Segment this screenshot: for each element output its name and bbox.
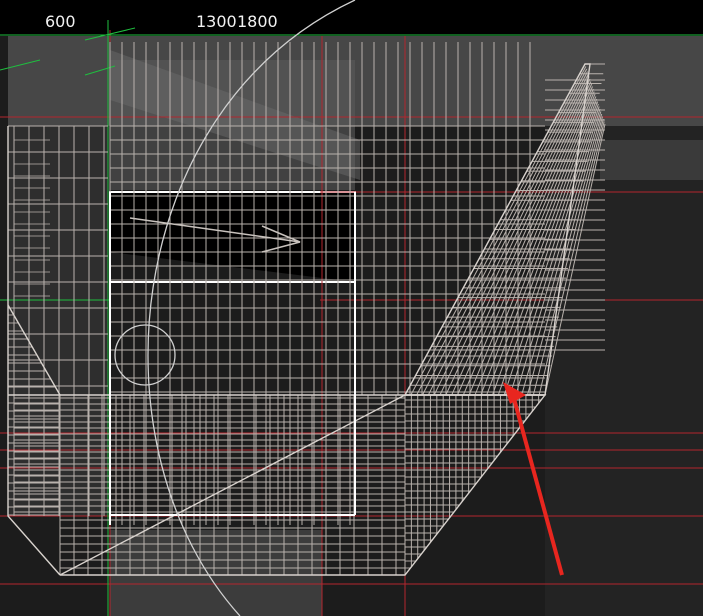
opening-black xyxy=(110,192,355,282)
dimension-label-1800: 1800 xyxy=(237,12,278,31)
cad-viewport[interactable]: 600 1300 1800 xyxy=(0,0,703,616)
circle-marker[interactable] xyxy=(114,324,176,386)
rebar-drawing[interactable] xyxy=(0,0,703,616)
dimension-label-1300: 1300 xyxy=(196,12,237,31)
right-gray-band xyxy=(600,140,703,180)
dimension-strip xyxy=(0,0,703,36)
dimension-label-600: 600 xyxy=(45,12,76,31)
pit-bottom-panel xyxy=(110,530,322,616)
